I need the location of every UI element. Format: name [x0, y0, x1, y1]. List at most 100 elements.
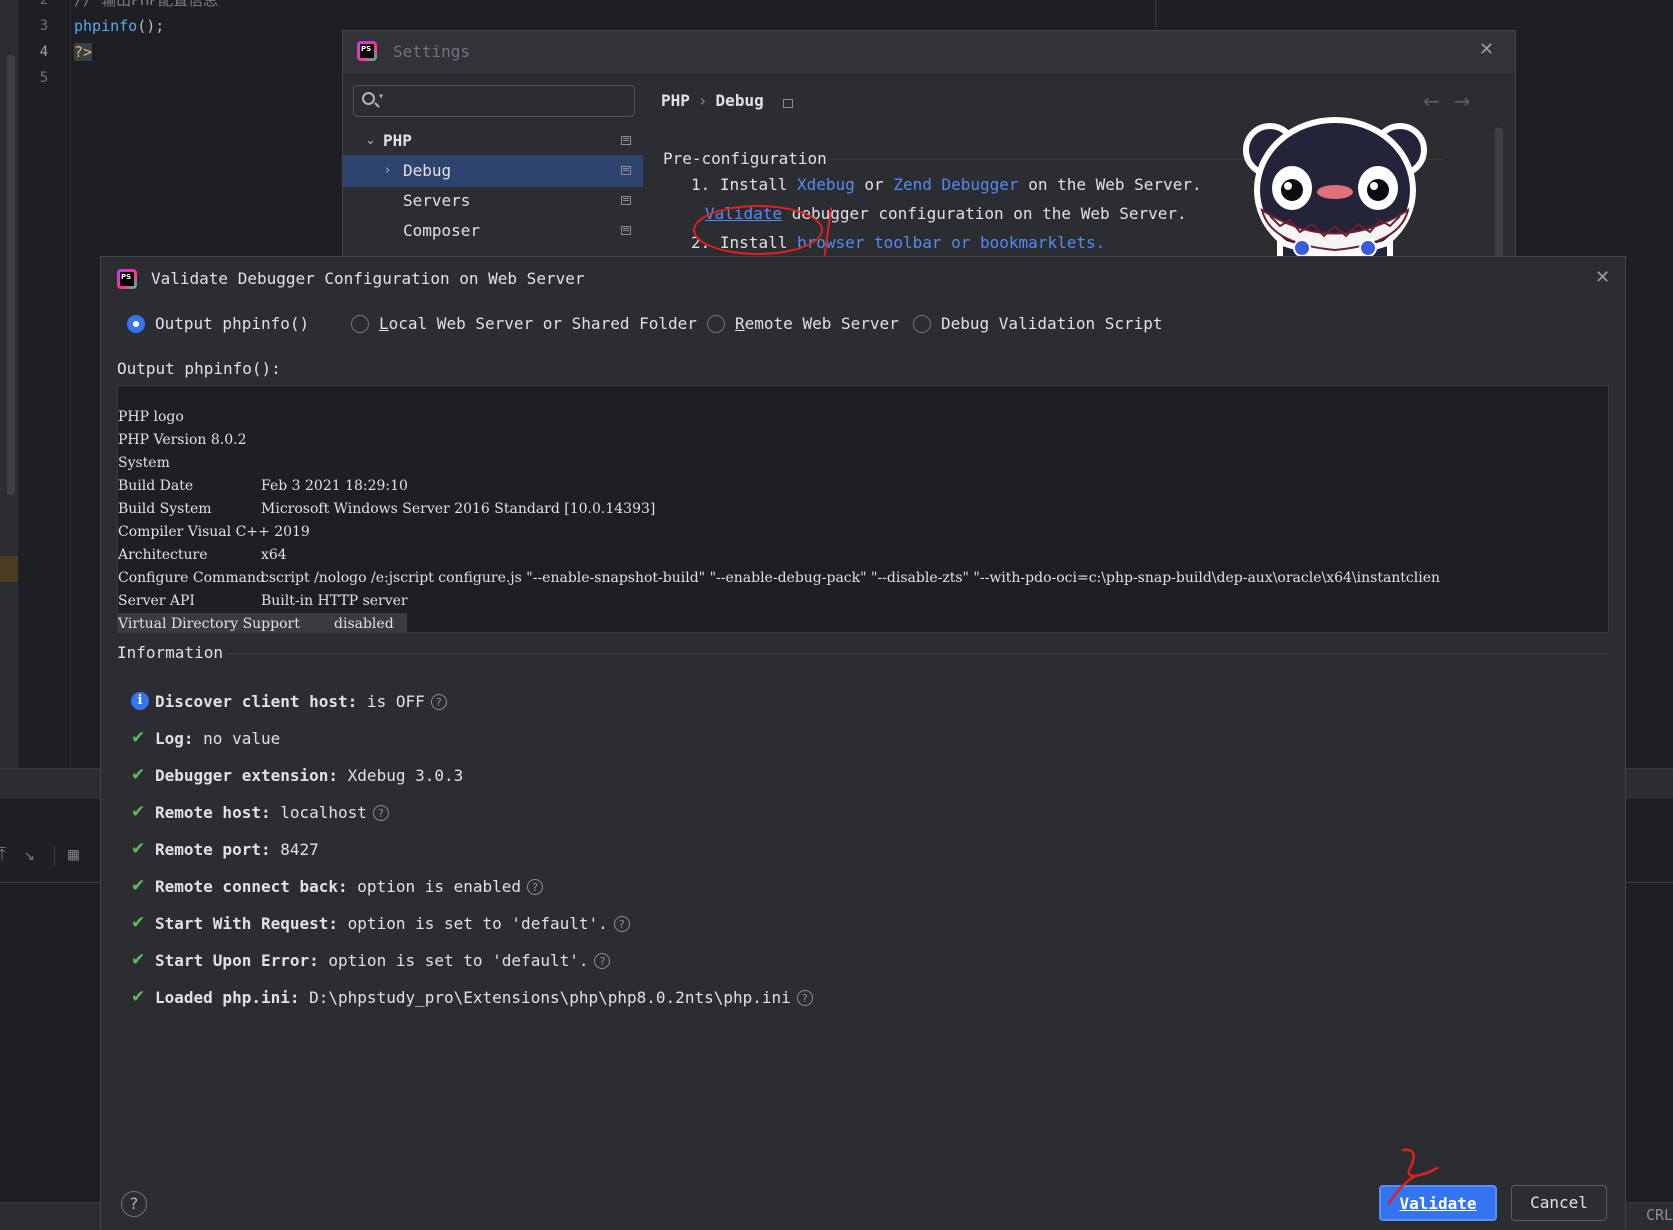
help-icon[interactable]: ?	[796, 990, 813, 1006]
output-key: Virtual Directory Support	[118, 616, 300, 632]
output-value: cscript /nologo /e:jscript configure.js …	[261, 570, 1441, 586]
back-arrow-icon[interactable]: ←	[1423, 89, 1454, 113]
output-key: Configure Command	[118, 570, 265, 586]
breadcrumb-root[interactable]: PHP	[661, 91, 690, 110]
chevron-down-icon: ▾	[378, 91, 385, 102]
output-line: System	[118, 452, 407, 475]
code-area[interactable]: // 输出PHP配置信息 phpinfo(); ?>	[74, 0, 218, 65]
toolbar-divider	[54, 846, 55, 866]
output-line: Compiler Visual C++ 2019	[118, 521, 407, 544]
breadcrumb: PHP › Debug	[661, 91, 764, 110]
radio-unselected-icon	[351, 315, 369, 333]
radio-unselected-icon	[913, 315, 931, 333]
information-title: Information	[117, 643, 223, 662]
help-icon[interactable]: ?	[613, 916, 630, 932]
output-line: Build Date Feb 3 2021 18:29:10	[118, 475, 408, 498]
radio-label: Output phpinfo()	[155, 314, 310, 333]
gutter-divider	[70, 0, 71, 768]
output-value: Built-in HTTP server	[261, 593, 408, 609]
xdebug-link[interactable]: Xdebug	[797, 175, 855, 194]
phpstorm-logo-icon	[357, 41, 377, 61]
step-text: debugger configuration on the Web Server…	[791, 204, 1187, 223]
line-number: 5	[39, 70, 49, 86]
tree-item-debug[interactable]: › Debug	[343, 155, 643, 187]
output-line: PHP logo	[118, 406, 407, 429]
dialog-title: Validate Debugger Configuration on Web S…	[151, 269, 585, 288]
output-value: x64	[261, 547, 287, 563]
result-start-upon-error: ✔ Start Upon Error: option is set to 'de…	[131, 948, 611, 985]
breadcrumb-separator: ›	[697, 91, 708, 110]
checkmark-icon: ✔	[131, 950, 146, 970]
result-key: Loaded php.ini:	[155, 988, 300, 1007]
step-1: 1. Install Xdebug or Zend Debugger on th…	[691, 175, 1202, 194]
phpinfo-output-text: PHP logo PHP Version 8.0.2 System Build …	[118, 406, 1440, 632]
result-key: Remote connect back:	[155, 877, 348, 896]
help-icon[interactable]: ?	[594, 953, 611, 969]
radio-label: Debug Validation Script	[941, 314, 1163, 333]
cancel-button[interactable]: Cancel	[1511, 1185, 1607, 1221]
result-key: Start Upon Error:	[155, 951, 319, 970]
settings-nav: ←→	[1423, 89, 1485, 113]
line-separator-widget[interactable]: CRL	[1646, 1206, 1673, 1224]
tree-item-label: Composer	[403, 221, 481, 240]
tree-item-servers[interactable]: Servers	[343, 185, 643, 217]
settings-close-icon[interactable]: ✕	[1479, 39, 1494, 60]
code-line[interactable]: ?>	[74, 39, 218, 65]
result-key: Remote host:	[155, 803, 271, 822]
result-text: Loaded php.ini: D:\phpstudy_pro\Extensio…	[155, 985, 813, 1011]
radio-selected-icon	[127, 315, 145, 333]
project-settings-icon	[621, 196, 631, 205]
settings-titlebar: Settings ✕	[343, 31, 1515, 73]
forward-arrow-icon[interactable]: →	[1454, 89, 1485, 113]
project-settings-icon	[621, 226, 631, 235]
import-icon[interactable]: ⤒	[0, 844, 6, 865]
line-number: 3	[39, 18, 49, 34]
result-value: option is set to 'default'.	[338, 914, 608, 933]
output-line: Configure Command cscript /nologo /e:jscr…	[118, 567, 1440, 590]
settings-title: Settings	[393, 42, 471, 61]
help-icon[interactable]: ?	[372, 805, 389, 821]
step-into-icon[interactable]: ↘	[24, 844, 35, 865]
output-key: System	[118, 455, 170, 471]
bookmarklets-link[interactable]: browser toolbar or bookmarklets.	[797, 233, 1105, 252]
help-button[interactable]: ?	[121, 1191, 147, 1217]
result-value: 8427	[270, 840, 319, 859]
settings-search-input[interactable]: ▾	[353, 85, 635, 117]
step-text: on the Web Server.	[1028, 175, 1202, 194]
line-number: 4	[39, 44, 49, 60]
calculator-icon[interactable]: ▦	[68, 844, 79, 865]
result-loaded-php-ini: ✔ Loaded php.ini: D:\phpstudy_pro\Extens…	[131, 985, 813, 1022]
code-line[interactable]: // 输出PHP配置信息	[74, 0, 218, 13]
checkmark-icon: ✔	[131, 765, 146, 785]
result-remote-connect-back: ✔ Remote connect back: option is enabled…	[131, 874, 544, 911]
radio-label-rest: emote Web Server	[744, 314, 899, 333]
result-log: ✔ Log: no value	[131, 726, 280, 763]
output-key: Architecture	[118, 547, 208, 563]
checkmark-icon: ✔	[131, 728, 146, 748]
project-settings-icon	[621, 136, 631, 145]
settings-scrollbar[interactable]	[1495, 127, 1503, 261]
chevron-down-icon: ⌄	[365, 133, 376, 148]
result-key: Remote port:	[155, 840, 271, 859]
tree-item-label: Debug	[403, 161, 452, 180]
zend-debugger-link[interactable]: Zend Debugger	[893, 175, 1018, 194]
result-start-with-request: ✔ Start With Request: option is set to '…	[131, 911, 630, 948]
tree-item-composer[interactable]: Composer	[343, 215, 643, 247]
tree-item-label: PHP	[383, 131, 412, 150]
result-remote-host: ✔ Remote host: localhost?	[131, 800, 389, 837]
info-icon: i	[131, 692, 149, 710]
output-line-highlighted: Virtual Directory Support disabled	[118, 613, 407, 632]
step-text: or	[864, 175, 884, 194]
help-icon[interactable]: ?	[430, 694, 447, 710]
tree-item-php[interactable]: ⌄ PHP	[343, 125, 643, 157]
output-line: PHP Version 8.0.2	[118, 429, 407, 452]
output-line: Server API Built-in HTTP server	[118, 590, 408, 613]
help-icon[interactable]: ?	[527, 879, 544, 895]
code-punctuation: ();	[137, 17, 165, 35]
breadcrumb-leaf: Debug	[715, 91, 764, 110]
code-line[interactable]: phpinfo();	[74, 13, 218, 39]
phpinfo-output-panel[interactable]: PHP logo PHP Version 8.0.2 System Build …	[117, 385, 1609, 633]
dialog-close-icon[interactable]: ✕	[1595, 267, 1610, 288]
radio-unselected-icon	[707, 315, 725, 333]
section-title: Pre-configuration	[663, 149, 827, 168]
